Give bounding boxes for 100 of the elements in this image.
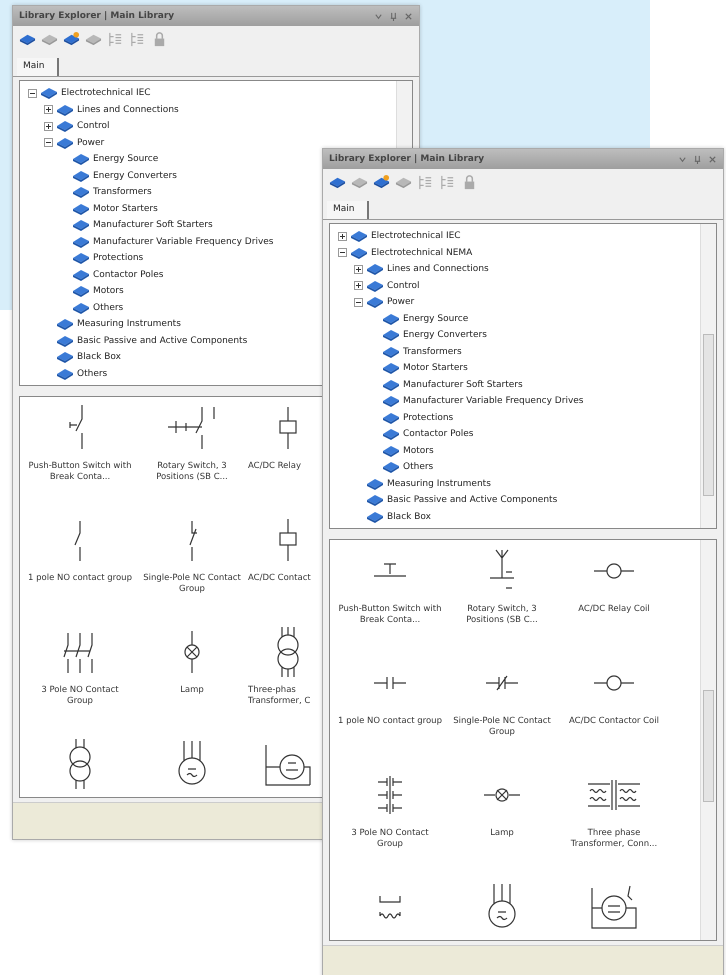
tree-item[interactable]: Motor Starters — [403, 363, 468, 374]
scrollbar[interactable] — [700, 224, 716, 528]
book-icon — [56, 350, 74, 364]
tree-item[interactable]: Motors — [93, 286, 124, 296]
expand-toggle[interactable] — [44, 122, 53, 131]
book-icon — [366, 476, 384, 491]
symbol-label: Single-Pole NC Contact Group — [142, 573, 242, 594]
window-title: Library Explorer | Main Library — [19, 11, 176, 21]
tree-item[interactable]: Manufacturer Variable Frequency Drives — [93, 236, 274, 247]
tree-item[interactable]: Energy Converters — [93, 170, 177, 181]
tree-item[interactable]: Lines and Connections — [77, 104, 179, 115]
tree-item[interactable]: Manufacturer Soft Starters — [403, 380, 523, 390]
book-icon — [382, 328, 400, 342]
book-icon — [72, 268, 90, 282]
tree-item[interactable]: Measuring Instruments — [387, 478, 491, 489]
tree-item[interactable]: Contactor Poles — [403, 429, 474, 440]
book-star-icon[interactable] — [373, 174, 390, 190]
book-icon — [72, 284, 90, 298]
book-icon — [56, 317, 74, 332]
book-icon — [350, 246, 368, 260]
book-icon — [366, 262, 384, 276]
scrollbar[interactable] — [700, 540, 716, 940]
book-icon — [56, 119, 74, 134]
expand-toggle[interactable] — [44, 105, 53, 114]
tab[interactable]: Main — [327, 201, 368, 219]
expand-toggle[interactable] — [338, 232, 347, 241]
pin-icon[interactable] — [693, 154, 702, 164]
tree-item[interactable]: Manufacturer Soft Starters — [93, 220, 213, 230]
symbol-label: 3 Pole NO Contact Group — [350, 828, 430, 850]
book-icon — [72, 152, 90, 166]
book-icon — [72, 251, 90, 266]
window-title: Library Explorer | Main Library — [329, 154, 486, 164]
book-icon — [382, 444, 400, 458]
expand-toggle[interactable] — [338, 248, 347, 258]
symbol-label: Rotary Switch, 3 Positions (SB C... — [155, 461, 229, 482]
close-icon[interactable] — [708, 154, 717, 164]
expand-toggle[interactable] — [28, 88, 37, 98]
book-icon — [72, 234, 90, 249]
symbol-label: Push-Button Switch with Break Conta... — [28, 461, 132, 482]
tree-item[interactable]: Transformers — [93, 187, 152, 198]
symbol-label: Lamp — [179, 685, 205, 696]
symbol-label: Push-Button Switch with Break Conta... — [338, 604, 442, 626]
expand-toggle[interactable] — [354, 264, 363, 274]
expand-toggle[interactable] — [354, 298, 363, 307]
symbol-label: Single-Pole NC Contact Group — [452, 716, 552, 738]
tree-item[interactable]: Others — [93, 302, 124, 313]
symbol-label: Lamp — [489, 828, 515, 839]
book-icon — [366, 493, 384, 508]
tree-item[interactable]: Energy Source — [403, 314, 468, 324]
book-icon — [382, 460, 400, 474]
symbol-label: AC/DC Contactor Coil — [568, 716, 660, 727]
book-icon — [382, 427, 400, 442]
tree-item[interactable]: Protections — [93, 253, 144, 264]
tree-item[interactable]: Energy Converters — [403, 330, 487, 340]
tree-item[interactable]: Power — [387, 297, 414, 308]
tree-item[interactable]: Measuring Instruments — [77, 319, 181, 330]
book-icon — [72, 300, 90, 315]
tree-item[interactable]: Power — [77, 138, 104, 148]
symbol-label: AC/DC Relay — [248, 461, 302, 472]
pin-icon[interactable] — [389, 12, 398, 20]
tree-item[interactable]: Transformers — [403, 346, 462, 357]
tree-item[interactable]: Electrotechnical NEMA — [371, 248, 472, 258]
tree-item[interactable]: Motors — [403, 446, 434, 456]
book-icon — [382, 361, 400, 376]
tree-item[interactable]: Black Box — [77, 352, 121, 362]
tree-item[interactable]: Basic Passive and Active Components — [387, 495, 558, 506]
tree-item[interactable]: Lines and Connections — [387, 264, 489, 274]
tree-item[interactable]: Protections — [403, 412, 454, 423]
symbol-label: Three-phas Transformer, C — [248, 685, 312, 706]
dropdown-icon[interactable] — [374, 12, 383, 20]
tree-item[interactable]: Manufacturer Variable Frequency Drives — [403, 396, 584, 406]
book-icon — [56, 334, 74, 348]
tree-item[interactable]: Others — [77, 368, 108, 379]
tree-item[interactable]: Control — [387, 280, 420, 291]
tree-item[interactable]: Others — [403, 462, 434, 472]
expand-toggle[interactable] — [44, 138, 53, 148]
book-icon — [72, 202, 90, 216]
book-icon — [56, 366, 74, 381]
book-icon — [382, 410, 400, 425]
tree-item[interactable]: Basic Passive and Active Components — [77, 336, 248, 346]
tree-item[interactable]: Electrotechnical IEC — [61, 88, 151, 98]
book-icon — [56, 102, 74, 117]
symbol-label: Three phase Transformer, Conn... — [570, 828, 658, 850]
tree-item[interactable]: Energy Source — [93, 154, 158, 164]
book-star-icon[interactable] — [63, 30, 80, 48]
tree-item[interactable]: Black Box — [387, 512, 431, 522]
tree-item[interactable]: Motor Starters — [93, 204, 158, 214]
tree-item[interactable]: Contactor Poles — [93, 270, 164, 280]
tree-item[interactable]: Control — [77, 121, 110, 132]
book-icon — [382, 394, 400, 408]
symbol-label: 1 pole NO contact group — [338, 716, 442, 727]
dropdown-icon[interactable] — [678, 154, 687, 164]
book-icon — [382, 312, 400, 326]
book-icon — [72, 168, 90, 183]
tree-item[interactable]: Electrotechnical IEC — [371, 231, 461, 242]
close-icon[interactable] — [404, 12, 413, 20]
tab[interactable]: Main — [17, 58, 58, 76]
symbol-label: 3 Pole NO Contact Group — [40, 685, 120, 706]
expand-toggle[interactable] — [354, 281, 363, 290]
book-icon — [366, 510, 384, 524]
